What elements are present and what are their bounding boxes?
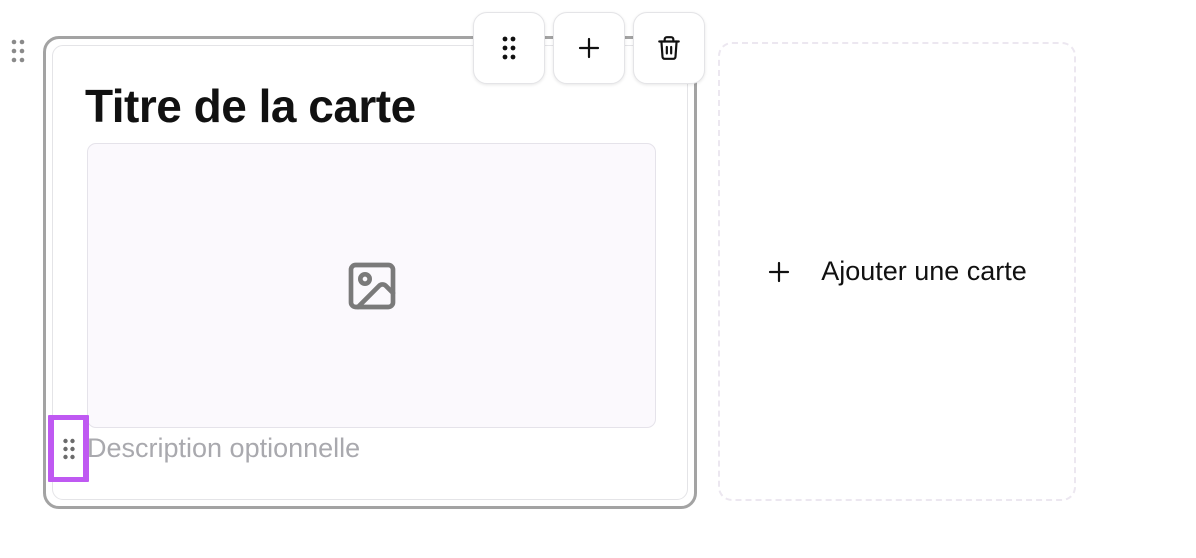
trash-icon (658, 36, 680, 60)
image-placeholder[interactable] (87, 143, 656, 428)
image-icon (348, 262, 395, 309)
drag-handle-icon (62, 438, 75, 459)
card-description[interactable]: Description optionnelle (87, 431, 360, 465)
card-drag-handle-highlight[interactable] (48, 415, 89, 482)
card-title[interactable]: Titre de la carte (85, 78, 416, 134)
card-drag-handle[interactable] (54, 420, 83, 477)
block-drag-handle[interactable] (9, 37, 27, 65)
toolbar-delete-button[interactable] (633, 12, 705, 84)
toolbar-drag-button[interactable] (473, 12, 545, 84)
plus-icon (578, 37, 600, 59)
drag-handle-icon (11, 39, 25, 63)
card[interactable]: Titre de la carte Description optionnell… (43, 36, 697, 509)
add-card-label: Ajouter une carte (821, 256, 1027, 286)
drag-handle-icon (502, 36, 516, 60)
add-card-button[interactable]: Ajouter une carte (718, 42, 1076, 501)
plus-icon (767, 260, 791, 284)
toolbar-add-button[interactable] (553, 12, 625, 84)
